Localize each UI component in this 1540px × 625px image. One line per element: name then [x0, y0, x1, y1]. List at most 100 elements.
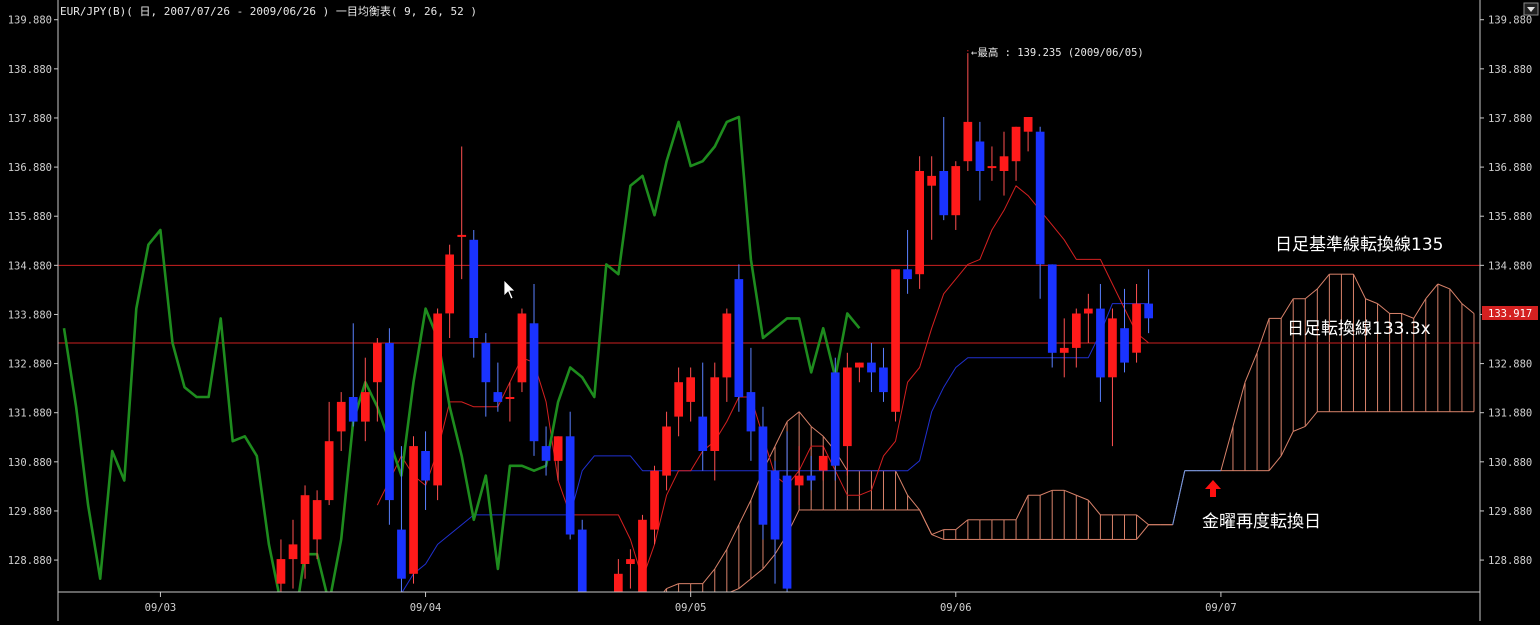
- candle-body: [577, 529, 587, 592]
- y-tick-label-left: 129.880: [8, 506, 52, 518]
- candle-body: [879, 367, 888, 393]
- candle-body: [336, 401, 346, 432]
- candle-body: [818, 455, 828, 471]
- candle-body: [529, 323, 539, 442]
- candle-body: [722, 313, 732, 378]
- candle-body: [806, 475, 816, 481]
- y-tick-label-right: 129.880: [1488, 506, 1532, 518]
- candle-body: [915, 171, 924, 275]
- candle-body: [469, 239, 479, 338]
- candle-body: [1108, 318, 1117, 378]
- x-tick-label: 09/04: [410, 602, 442, 614]
- candle-body: [770, 470, 780, 540]
- candle-body: [493, 392, 503, 402]
- tenkan-annotation: 日足転換線133.3x: [1287, 319, 1431, 339]
- candle-body: [409, 446, 418, 574]
- candle-body: [1035, 131, 1045, 265]
- candle-body: [746, 392, 756, 432]
- y-tick-label-left: 128.880: [8, 555, 52, 567]
- candle-body: [324, 441, 334, 501]
- candle-body: [626, 559, 635, 564]
- high-label: ←最高 : 139.235 (2009/06/05): [971, 46, 1144, 59]
- candle-body: [686, 377, 695, 402]
- candle-body: [421, 451, 430, 481]
- candle-body: [674, 382, 683, 417]
- candle-body: [433, 313, 442, 486]
- chart-header: EUR/JPY(B)( 日, 2007/07/26 - 2009/06/26 )…: [60, 4, 477, 18]
- candle-body: [662, 426, 671, 476]
- candle-body: [457, 234, 467, 237]
- candle-body: [1011, 126, 1021, 162]
- y-tick-label-right: 132.880: [1488, 359, 1532, 371]
- friday-reversal-annotation: 金曜再度転換日: [1202, 512, 1321, 532]
- candle-body: [614, 573, 623, 592]
- scroll-down-button[interactable]: [1523, 2, 1539, 16]
- candle-body: [975, 141, 985, 171]
- candle-body: [891, 269, 900, 412]
- x-tick-label: 09/05: [675, 602, 707, 614]
- candle-body: [1084, 308, 1093, 314]
- y-tick-label-right: 135.880: [1488, 211, 1532, 223]
- candle-body: [1023, 117, 1033, 132]
- candle-body: [1120, 328, 1129, 363]
- ichimoku-chart[interactable]: 139.880 139.880 138.880 138.880 137.880 137.8…: [0, 0, 1540, 621]
- candle-body: [312, 500, 322, 540]
- y-tick-label-right: 130.880: [1488, 457, 1532, 469]
- candle-body: [927, 175, 936, 186]
- x-tick-label: 09/03: [145, 602, 177, 614]
- y-tick-label-right: 134.880: [1488, 260, 1532, 272]
- y-tick-label-left: 134.880: [8, 260, 52, 272]
- candle-body: [1072, 313, 1081, 348]
- y-tick-label-left: 131.880: [8, 408, 52, 420]
- candle-body: [348, 397, 358, 422]
- y-tick-label-left: 135.880: [8, 211, 52, 223]
- candle-body: [1096, 308, 1105, 378]
- candle-body: [939, 171, 949, 216]
- x-tick-label: 09/06: [940, 602, 972, 614]
- candle-body: [638, 519, 647, 592]
- y-tick-label-left: 139.880: [8, 15, 52, 27]
- candle-body: [505, 397, 515, 399]
- candle-body: [830, 372, 840, 466]
- candle-body: [553, 436, 563, 461]
- candle-body: [288, 544, 298, 560]
- y-tick-label-right: 131.880: [1488, 408, 1532, 420]
- candle-body: [361, 392, 370, 422]
- candle-body: [517, 313, 527, 383]
- y-tick-label-right: 139.880: [1488, 15, 1532, 27]
- candle-body: [276, 559, 286, 584]
- current-price-label: 133.917: [1488, 308, 1532, 320]
- candle-body: [1144, 303, 1153, 319]
- candle-body: [445, 254, 454, 314]
- candle-body: [987, 166, 997, 169]
- y-tick-label-left: 137.880: [8, 113, 52, 125]
- candle-body: [650, 470, 659, 530]
- y-tick-label-right: 138.880: [1488, 64, 1532, 76]
- candle-body: [963, 121, 973, 162]
- candle-body: [1132, 303, 1141, 353]
- y-tick-label-left: 133.880: [8, 309, 52, 321]
- candle-body: [999, 156, 1009, 171]
- candle-body: [758, 426, 768, 525]
- y-tick-label-left: 130.880: [8, 457, 52, 469]
- candle-body: [843, 367, 852, 447]
- candle-body: [794, 475, 804, 486]
- candle-body: [951, 166, 961, 216]
- y-tick-label-right: 136.880: [1488, 162, 1532, 174]
- candle-body: [734, 279, 744, 397]
- candle-body: [903, 269, 912, 280]
- y-tick-label-right: 128.880: [1488, 555, 1532, 567]
- candle-body: [397, 529, 406, 579]
- candle-body: [867, 362, 876, 373]
- kijun-tenkan-annotation: 日足基準線転換線135: [1275, 235, 1443, 255]
- candle-body: [481, 342, 491, 383]
- x-tick-label: 09/07: [1205, 602, 1237, 614]
- candle-body: [710, 377, 720, 451]
- candle-body: [373, 342, 382, 383]
- candle-body: [300, 495, 310, 564]
- candle-body: [565, 436, 575, 535]
- y-tick-label-left: 138.880: [8, 64, 52, 76]
- candle-body: [1059, 347, 1069, 353]
- y-tick-label-left: 136.880: [8, 162, 52, 174]
- chart-window: 139.880 139.880 138.880 138.880 137.880 137.8…: [0, 0, 1540, 621]
